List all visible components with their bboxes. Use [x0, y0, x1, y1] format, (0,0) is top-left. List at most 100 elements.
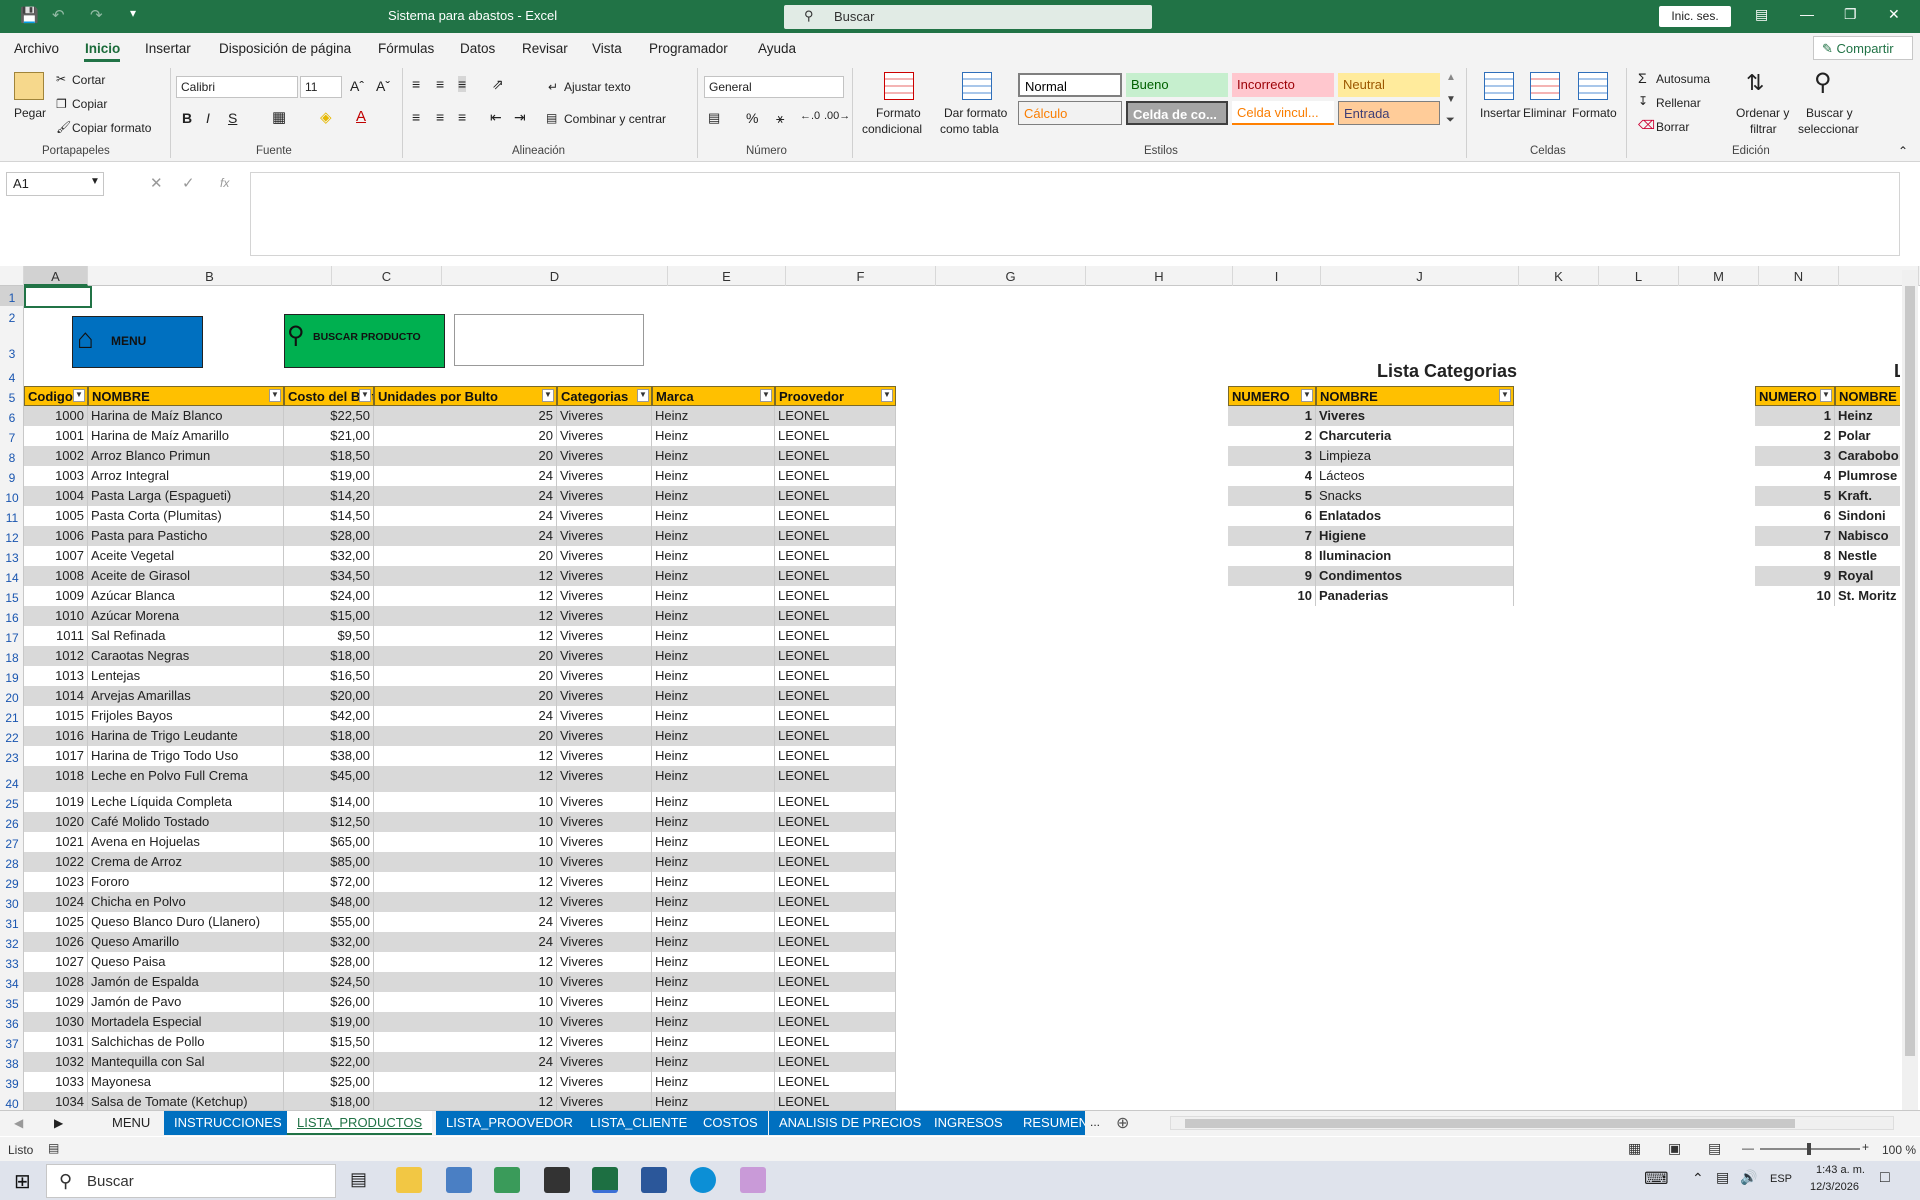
table-cell[interactable]: Nestle: [1835, 546, 1900, 566]
search-product-textbox[interactable]: [454, 314, 644, 366]
row-header[interactable]: 3: [0, 326, 24, 362]
windows-start-icon[interactable]: ⊞: [14, 1169, 31, 1194]
table-cell[interactable]: $22,50: [284, 406, 374, 426]
table-cell[interactable]: Arvejas Amarillas: [88, 686, 284, 706]
column-header[interactable]: C: [332, 266, 442, 286]
row-header[interactable]: 22: [0, 726, 24, 746]
table-cell[interactable]: LEONEL: [775, 972, 896, 992]
decrease-indent-icon[interactable]: ⇤: [490, 109, 502, 126]
table-cell[interactable]: Fororo: [88, 872, 284, 892]
worksheet-grid[interactable]: ⌂ MENU ⚲ BUSCAR PRODUCTO Lista Categoria…: [24, 286, 1900, 1110]
table-cell[interactable]: Heinz: [1835, 406, 1900, 426]
column-header[interactable]: L: [1599, 266, 1679, 286]
table-cell[interactable]: 6: [1755, 506, 1835, 526]
table-cell[interactable]: Nabisco: [1835, 526, 1900, 546]
table-cell[interactable]: 1025: [24, 912, 88, 932]
table-cell[interactable]: Viveres: [557, 546, 652, 566]
paint-icon[interactable]: [740, 1167, 766, 1193]
align-left-icon[interactable]: ≡: [412, 109, 420, 125]
table-cell[interactable]: Heinz: [652, 1052, 775, 1072]
table-cell[interactable]: Heinz: [652, 486, 775, 506]
column-header[interactable]: M: [1679, 266, 1759, 286]
table-cell[interactable]: $15,50: [284, 1032, 374, 1052]
table-cell[interactable]: 1033: [24, 1072, 88, 1092]
styles-scroll-up-icon[interactable]: ▲: [1446, 72, 1456, 83]
row-header[interactable]: 19: [0, 666, 24, 686]
sheet-tab-costos[interactable]: COSTOS: [693, 1111, 768, 1135]
paste-icon[interactable]: [14, 72, 44, 100]
clock-date[interactable]: 12/3/2026: [1810, 1181, 1859, 1193]
table-cell[interactable]: LEONEL: [775, 426, 896, 446]
table-cell[interactable]: Viveres: [557, 1052, 652, 1072]
table-cell[interactable]: Viveres: [557, 606, 652, 626]
table-cell[interactable]: 1009: [24, 586, 88, 606]
table-cell[interactable]: Pasta para Pasticho: [88, 526, 284, 546]
table-cell[interactable]: LEONEL: [775, 1072, 896, 1092]
table-cell[interactable]: St. Moritz: [1835, 586, 1900, 606]
table-cell[interactable]: Heinz: [652, 646, 775, 666]
table-cell[interactable]: 9: [1228, 566, 1316, 586]
filter-dropdown-icon[interactable]: ▼: [359, 389, 371, 402]
filter-dropdown-icon[interactable]: ▼: [1499, 389, 1511, 402]
sheet-tab-lista-productos[interactable]: LISTA_PRODUCTOS: [287, 1111, 433, 1135]
table-cell[interactable]: Arroz Integral: [88, 466, 284, 486]
table-cell[interactable]: Higiene: [1316, 526, 1514, 546]
table-cell[interactable]: LEONEL: [775, 646, 896, 666]
table-cell[interactable]: 1026: [24, 932, 88, 952]
undo-icon[interactable]: ↶: [52, 6, 65, 24]
table-cell[interactable]: 1020: [24, 812, 88, 832]
table-cell[interactable]: LEONEL: [775, 446, 896, 466]
table-cell[interactable]: LEONEL: [775, 892, 896, 912]
table-cell[interactable]: 24: [374, 506, 557, 526]
table-cell[interactable]: LEONEL: [775, 1092, 896, 1110]
sign-in-button[interactable]: Inic. ses.: [1659, 6, 1731, 27]
table-cell[interactable]: Viveres: [557, 892, 652, 912]
table-cell[interactable]: Pasta Corta (Plumitas): [88, 506, 284, 526]
row-header[interactable]: 34: [0, 972, 24, 992]
table-cell[interactable]: Chicha en Polvo: [88, 892, 284, 912]
table-cell[interactable]: 12: [374, 586, 557, 606]
tab-ayuda[interactable]: Ayuda: [758, 41, 796, 56]
table-cell[interactable]: 20: [374, 546, 557, 566]
table-cell[interactable]: 10: [374, 812, 557, 832]
table-cell[interactable]: 1008: [24, 566, 88, 586]
table-cell[interactable]: Leche Líquida Completa: [88, 792, 284, 812]
table-cell[interactable]: 24: [374, 466, 557, 486]
table-cell[interactable]: Aceite Vegetal: [88, 546, 284, 566]
table-cell[interactable]: Mantequilla con Sal: [88, 1052, 284, 1072]
table-cell[interactable]: Kraft.: [1835, 486, 1900, 506]
zoom-thumb[interactable]: [1807, 1143, 1811, 1155]
table-cell[interactable]: $19,00: [284, 1012, 374, 1032]
tab-programador[interactable]: Programador: [649, 41, 728, 56]
row-header[interactable]: 40: [0, 1092, 24, 1112]
save-icon[interactable]: 💾: [20, 6, 39, 24]
table-cell[interactable]: Heinz: [652, 566, 775, 586]
sheet-tab-menu[interactable]: MENU: [102, 1111, 161, 1135]
table-cell[interactable]: Lentejas: [88, 666, 284, 686]
table-cell[interactable]: Arroz Blanco Primun: [88, 446, 284, 466]
table-cell[interactable]: Viveres: [557, 506, 652, 526]
table-cell[interactable]: $32,00: [284, 932, 374, 952]
table-cell[interactable]: 1006: [24, 526, 88, 546]
table-cell[interactable]: LEONEL: [775, 992, 896, 1012]
table-cell[interactable]: 3: [1755, 446, 1835, 466]
table-cell[interactable]: Enlatados: [1316, 506, 1514, 526]
table-cell[interactable]: LEONEL: [775, 746, 896, 766]
vertical-scrollbar[interactable]: [1902, 270, 1918, 1110]
sheet-tab-lista-cliente[interactable]: LISTA_CLIENTE: [580, 1111, 698, 1135]
table-cell[interactable]: 1030: [24, 1012, 88, 1032]
table-cell[interactable]: LEONEL: [775, 666, 896, 686]
grow-font-icon[interactable]: Aˆ: [350, 78, 364, 94]
table-cell[interactable]: 20: [374, 646, 557, 666]
table-cell[interactable]: 20: [374, 726, 557, 746]
accounting-format-icon[interactable]: ▤: [708, 110, 720, 126]
table-cell[interactable]: Heinz: [652, 626, 775, 646]
column-header[interactable]: H: [1086, 266, 1233, 286]
table-cell[interactable]: $28,00: [284, 526, 374, 546]
table-cell[interactable]: $25,00: [284, 1072, 374, 1092]
table-cell[interactable]: 12: [374, 892, 557, 912]
horizontal-scrollbar[interactable]: [1170, 1116, 1894, 1130]
table-cell[interactable]: Condimentos: [1316, 566, 1514, 586]
table-cell[interactable]: 12: [374, 566, 557, 586]
table-cell[interactable]: $22,00: [284, 1052, 374, 1072]
